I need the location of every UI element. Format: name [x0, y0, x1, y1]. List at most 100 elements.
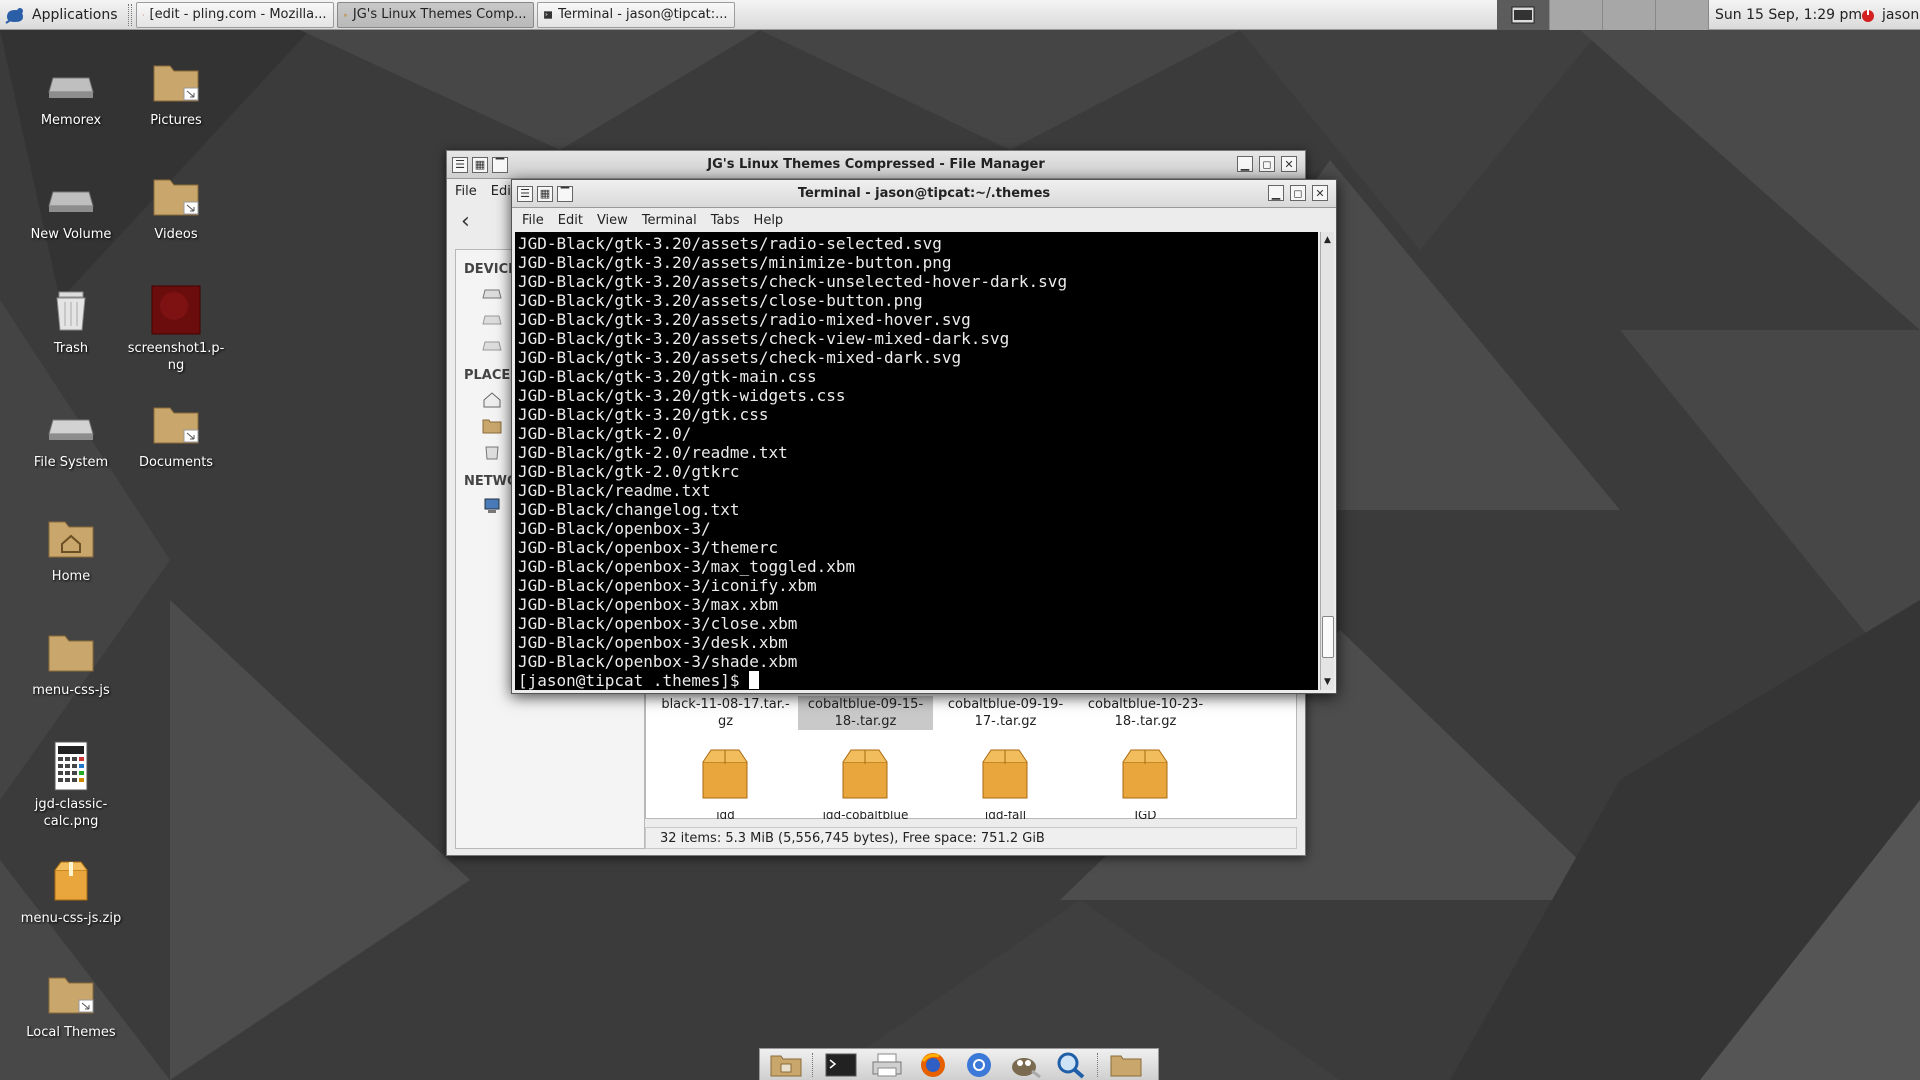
file-item[interactable]: cobaltblue-09-19-17-.tar.gz [938, 696, 1073, 730]
desktop-icon-label: File System [33, 455, 109, 470]
desktop-icon-label: menu-css-js.zip [20, 911, 122, 926]
scrollbar-thumb[interactable] [1322, 616, 1334, 658]
menu-tabs[interactable]: Tabs [711, 213, 740, 228]
task-button-firefox[interactable]: [edit - pling.com - Mozilla... [135, 1, 334, 28]
shade-icon[interactable]: ▔ [492, 156, 508, 173]
user-menu[interactable]: jason [1860, 0, 1919, 30]
desktop-icon-label: Pictures [150, 113, 202, 128]
dock-terminal[interactable] [821, 1051, 861, 1079]
file-manager-titlebar[interactable]: ☰ ▦ ▔ JG's Linux Themes Compressed - Fil… [447, 151, 1305, 179]
panel-clock[interactable]: Sun 15 Sep, 1:29 pm [1715, 0, 1862, 30]
desktop-icon-label: Videos [154, 227, 198, 242]
desktop-icon-jgd-classic-calc[interactable]: jgd-classic-calc.png [16, 740, 126, 830]
menu-file[interactable]: File [455, 184, 477, 199]
desktop-icon-label: Memorex [40, 113, 102, 128]
gimp-icon [1012, 1057, 1041, 1078]
all-desktops-icon[interactable]: ▦ [472, 156, 488, 173]
terminal-titlebar[interactable]: ☰ ▦ ▔ Terminal - jason@tipcat:~/.themes … [512, 180, 1336, 208]
menu-edit[interactable]: Edi [491, 184, 511, 199]
file-manager-icon [770, 1055, 802, 1076]
desktop-folder-icon[interactable] [482, 418, 502, 434]
task-button-terminal[interactable]: Terminal - jason@tipcat:... [536, 1, 735, 28]
terminal-line: JGD-Black/gtk-3.20/gtk-main.css [518, 367, 817, 386]
dock-folder[interactable] [1106, 1051, 1146, 1079]
dock-separator [1097, 1052, 1100, 1077]
desktop-icon-menu-css-js[interactable]: menu-css-js [16, 626, 126, 699]
image-thumbnail-icon [151, 285, 201, 335]
terminal-scrollbar[interactable]: ▲ ▼ [1320, 232, 1334, 690]
menu-edit[interactable]: Edit [558, 213, 583, 228]
desktop-icon-label: Trash [53, 341, 89, 356]
status-bar: 32 items: 5.3 MiB (5,556,745 bytes), Fre… [645, 827, 1297, 849]
back-arrow-icon[interactable]: ‹ [461, 211, 485, 235]
terminal-line: JGD-Black/gtk-3.20/assets/radio-selected… [518, 234, 942, 253]
maximize-icon[interactable]: ◻ [1259, 156, 1275, 172]
drive-icon[interactable] [482, 286, 502, 302]
dock-gimp[interactable] [1005, 1051, 1045, 1079]
drive-icon[interactable] [482, 338, 502, 354]
terminal-line: JGD-Black/gtk-3.20/assets/radio-mixed-ho… [518, 310, 971, 329]
minimize-icon[interactable]: ▁ [1237, 156, 1253, 172]
file-item-selected[interactable]: cobaltblue-09-15-18-.tar.gz [798, 696, 933, 730]
trash-icon[interactable] [482, 444, 502, 460]
dock-separator [812, 1052, 815, 1077]
desktop-icon-new-volume[interactable]: New Volume [16, 170, 126, 243]
shade-icon[interactable]: ▔ [557, 185, 573, 202]
scroll-down-arrow-icon[interactable]: ▼ [1322, 676, 1333, 688]
all-desktops-icon[interactable]: ▦ [537, 185, 553, 202]
dock-chromium[interactable] [959, 1051, 999, 1079]
desktop-icon-label: menu-css-js [32, 683, 110, 698]
sidebar-header-network: NETWO [464, 474, 519, 489]
file-item[interactable]: cobaltblue-10-23-18-.tar.gz [1078, 696, 1213, 730]
terminal-menubar: File Edit View Terminal Tabs Help [512, 208, 1336, 232]
close-icon[interactable]: ✕ [1312, 185, 1328, 201]
workspace-3[interactable] [1603, 0, 1656, 30]
task-button-file-manager[interactable]: JG's Linux Themes Comp... [336, 1, 534, 28]
desktop-icon-file-system[interactable]: File System [16, 398, 126, 471]
dock-file-manager[interactable] [766, 1051, 806, 1079]
folder-link-icon [153, 179, 199, 216]
desktop-icon-screenshot1[interactable]: screenshot1.p-ng [121, 284, 231, 374]
menu-terminal[interactable]: Terminal [642, 213, 697, 228]
desktop-icon-memorex[interactable]: Memorex [16, 56, 126, 129]
desktop-icon-label: Home [51, 569, 91, 584]
terminal-screen[interactable]: JGD-Black/gtk-3.20/assets/radio-selected… [515, 232, 1318, 690]
desktop-icon-documents[interactable]: Documents [121, 398, 231, 471]
file-item[interactable]: black-11-08-17.tar.-gz [658, 696, 793, 730]
scroll-up-arrow-icon[interactable]: ▲ [1322, 234, 1333, 246]
terminal-line: JGD-Black/gtk-3.20/gtk.css [518, 405, 769, 424]
minimize-icon[interactable]: ▁ [1268, 185, 1284, 201]
home-icon[interactable] [482, 392, 502, 408]
terminal-line: JGD-Black/gtk-3.20/gtk-widgets.css [518, 386, 846, 405]
dock-printer[interactable] [867, 1051, 907, 1079]
drive-icon [48, 77, 94, 98]
terminal-line: JGD-Black/openbox-3/desk.xbm [518, 633, 788, 652]
desktop-icon-videos[interactable]: Videos [121, 170, 231, 243]
drive-icon[interactable] [482, 312, 502, 328]
menu-file[interactable]: File [522, 213, 544, 228]
applications-menu-button[interactable]: Applications [0, 0, 124, 30]
network-icon[interactable] [482, 498, 502, 514]
workspace-1[interactable] [1497, 0, 1550, 30]
desktop-icon-label: Documents [138, 455, 214, 470]
terminal-line: JGD-Black/readme.txt [518, 481, 711, 500]
desktop-icon-home[interactable]: Home [16, 512, 126, 585]
desktop-icon-pictures[interactable]: Pictures [121, 56, 231, 129]
dock-search[interactable] [1051, 1051, 1091, 1079]
panel-separator [127, 3, 132, 26]
dock-firefox[interactable] [913, 1051, 953, 1079]
desktop-icon-trash[interactable]: Trash [16, 284, 126, 357]
workspace-4[interactable] [1656, 0, 1709, 30]
workspace-2[interactable] [1550, 0, 1603, 30]
home-folder-icon [48, 521, 94, 558]
desktop-icon-menu-css-js-zip[interactable]: menu-css-js.zip [16, 854, 126, 927]
close-icon[interactable]: ✕ [1281, 156, 1297, 172]
maximize-icon[interactable]: ◻ [1290, 185, 1306, 201]
terminal-icon [543, 10, 553, 19]
menu-view[interactable]: View [597, 213, 628, 228]
window-menu-icon[interactable]: ☰ [452, 156, 468, 173]
terminal-prompt-line: [jason@tipcat .themes]$ [518, 671, 1318, 690]
desktop-icon-local-themes[interactable]: Local Themes [16, 968, 126, 1041]
menu-help[interactable]: Help [754, 213, 784, 228]
window-menu-icon[interactable]: ☰ [517, 185, 533, 202]
